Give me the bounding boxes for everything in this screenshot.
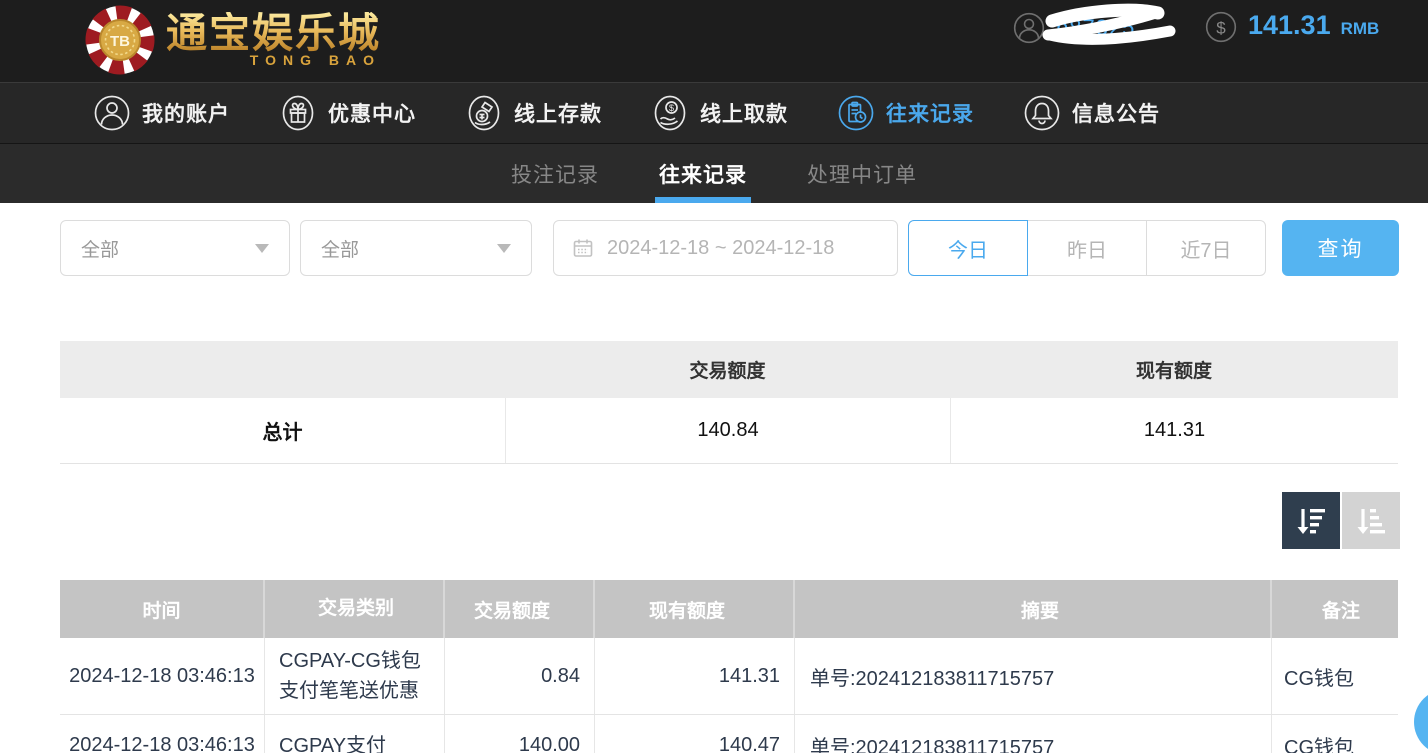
nav-item-transaction-records[interactable]: 往来记录 bbox=[837, 94, 974, 132]
col-header-category: 交易类别 bbox=[265, 580, 445, 638]
today-button[interactable]: 今日 bbox=[908, 220, 1028, 276]
summary-total-label: 总计 bbox=[60, 398, 505, 463]
account-chip[interactable]: b87325 bbox=[1012, 11, 1135, 45]
summary-balance-total: 141.31 bbox=[950, 398, 1398, 463]
balance-display[interactable]: $ 141.31 RMB bbox=[1204, 10, 1379, 44]
cell-note: CG钱包 bbox=[1272, 638, 1398, 714]
customer-service-bubble[interactable] bbox=[1414, 689, 1428, 753]
table-row: 2024-12-18 03:46:13 CGPAY-CG钱包支付笔笔送优惠 0.… bbox=[60, 638, 1398, 715]
summary-total-row: 总计 140.84 141.31 bbox=[60, 398, 1398, 464]
cell-balance: 140.47 bbox=[595, 715, 795, 753]
bell-icon bbox=[1023, 94, 1061, 132]
cell-note: CG钱包 bbox=[1272, 715, 1398, 753]
cell-category: CGPAY-CG钱包支付笔笔送优惠 bbox=[265, 638, 445, 714]
summary-header-balance: 现有额度 bbox=[950, 341, 1398, 398]
user-icon bbox=[93, 94, 131, 132]
cell-amount: 0.84 bbox=[445, 638, 595, 714]
svg-text:$: $ bbox=[669, 103, 674, 113]
summary-transaction-total: 140.84 bbox=[505, 398, 950, 463]
calendar-icon bbox=[572, 237, 594, 259]
summary-table: 交易额度 现有额度 总计 140.84 141.31 bbox=[60, 341, 1398, 464]
search-button[interactable]: 查询 bbox=[1282, 220, 1399, 276]
brand-logo[interactable]: TB 通宝娱乐城 TONG BAO bbox=[84, 4, 381, 76]
svg-text:TB: TB bbox=[110, 33, 130, 50]
table-row: 2024-12-18 03:46:13 CGPAY支付 140.00 140.4… bbox=[60, 715, 1398, 753]
yesterday-button[interactable]: 昨日 bbox=[1027, 220, 1147, 276]
last7days-button[interactable]: 近7日 bbox=[1146, 220, 1266, 276]
sort-descending-icon bbox=[1293, 503, 1329, 539]
balance-currency: RMB bbox=[1341, 19, 1380, 39]
sort-descending-button[interactable] bbox=[1282, 492, 1340, 549]
cell-summary: 单号:202412183811715757 bbox=[795, 715, 1272, 753]
gift-icon bbox=[279, 94, 317, 132]
nav-item-deposit[interactable]: 线上存款 bbox=[465, 94, 602, 132]
summary-header-empty bbox=[60, 341, 505, 398]
cell-summary: 单号:202412183811715757 bbox=[795, 638, 1272, 714]
records-table-header: 时间 交易类别 交易额度 现有额度 摘要 备注 bbox=[60, 580, 1398, 638]
dollar-circle-icon: $ bbox=[1204, 10, 1238, 44]
category-select[interactable]: 全部 bbox=[300, 220, 532, 276]
tab-betting-records[interactable]: 投注记录 bbox=[507, 144, 603, 203]
nav-item-promotions[interactable]: 优惠中心 bbox=[279, 94, 416, 132]
filter-bar: 全部 全部 2024-12-18 ~ 2024-12-18 今 bbox=[60, 220, 1400, 276]
records-icon bbox=[837, 94, 875, 132]
nav-item-my-account[interactable]: 我的账户 bbox=[93, 94, 230, 132]
sort-controls bbox=[1282, 492, 1400, 549]
nav-item-withdraw[interactable]: $ 线上取款 bbox=[651, 94, 788, 132]
date-range-input[interactable]: 2024-12-18 ~ 2024-12-18 bbox=[553, 220, 898, 276]
cell-balance: 141.31 bbox=[595, 638, 795, 714]
sort-ascending-icon bbox=[1353, 503, 1389, 539]
col-header-amount: 交易额度 bbox=[445, 580, 595, 638]
cell-time: 2024-12-18 03:46:13 bbox=[60, 638, 265, 714]
chevron-down-icon bbox=[497, 244, 511, 253]
brand-text: 通宝娱乐城 TONG BAO bbox=[166, 12, 381, 68]
svg-text:$: $ bbox=[1216, 18, 1226, 37]
withdraw-icon: $ bbox=[651, 94, 689, 132]
record-tabs: 投注记录 往来记录 处理中订单 bbox=[0, 143, 1428, 203]
transaction-records-page: TB 通宝娱乐城 TONG BAO b87325 bbox=[0, 0, 1428, 753]
cell-time: 2024-12-18 03:46:13 bbox=[60, 715, 265, 753]
username-text: b87325 bbox=[1056, 15, 1135, 41]
sort-ascending-button[interactable] bbox=[1342, 492, 1400, 549]
cell-amount: 140.00 bbox=[445, 715, 595, 753]
balance-amount: 141.31 bbox=[1248, 10, 1331, 41]
records-table: 时间 交易类别 交易额度 现有额度 摘要 备注 2024-12-18 03:46… bbox=[60, 580, 1398, 753]
tab-transaction-records[interactable]: 往来记录 bbox=[655, 144, 751, 203]
cell-category: CGPAY支付 bbox=[265, 715, 445, 753]
date-range-value: 2024-12-18 ~ 2024-12-18 bbox=[607, 237, 834, 260]
tab-pending-orders[interactable]: 处理中订单 bbox=[803, 144, 921, 203]
col-header-time: 时间 bbox=[60, 580, 265, 638]
col-header-summary: 摘要 bbox=[795, 580, 1272, 638]
casino-chip-logo-icon: TB bbox=[84, 4, 156, 76]
user-circle-icon bbox=[1012, 11, 1046, 45]
summary-header-transaction: 交易额度 bbox=[505, 341, 950, 398]
deposit-icon bbox=[465, 94, 503, 132]
top-header: TB 通宝娱乐城 TONG BAO b87325 bbox=[0, 0, 1428, 82]
nav-item-announcements[interactable]: 信息公告 bbox=[1023, 94, 1160, 132]
col-header-note: 备注 bbox=[1272, 580, 1398, 638]
main-navigation: 我的账户 优惠中心 bbox=[0, 82, 1428, 143]
brand-name-cn: 通宝娱乐城 bbox=[166, 12, 381, 55]
summary-header-row: 交易额度 现有额度 bbox=[60, 341, 1398, 398]
quick-date-buttons: 今日 昨日 近7日 bbox=[908, 220, 1266, 276]
type-select[interactable]: 全部 bbox=[60, 220, 290, 276]
chevron-down-icon bbox=[255, 244, 269, 253]
col-header-balance: 现有额度 bbox=[595, 580, 795, 638]
active-tab-underline bbox=[655, 197, 751, 203]
